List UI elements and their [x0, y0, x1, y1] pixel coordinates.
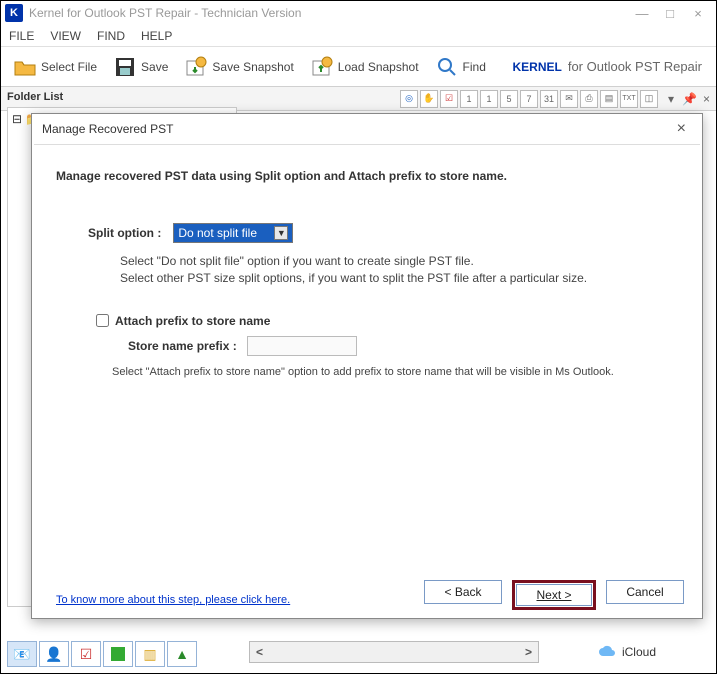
scroll-right-icon[interactable]: > [525, 645, 532, 659]
close-button[interactable]: × [684, 3, 712, 23]
load-snapshot-label: Load Snapshot [338, 60, 419, 74]
view-notes-icon[interactable] [103, 641, 133, 667]
hand-icon[interactable]: ✋ [420, 90, 438, 108]
manage-recovered-pst-dialog: Manage Recovered PST × Manage recovered … [31, 113, 703, 619]
find-button[interactable]: Find [429, 51, 492, 83]
pin-icon[interactable]: 📌 [682, 92, 697, 106]
globe-icon[interactable]: ◎ [400, 90, 418, 108]
minimize-button[interactable]: — [628, 3, 656, 23]
view-mail-icon[interactable]: 📧 [7, 641, 37, 667]
cal1b-icon[interactable]: 1 [480, 90, 498, 108]
tree-expand-icon[interactable]: ⊟ [12, 112, 22, 126]
mail-icon[interactable]: ✉ [560, 90, 578, 108]
menu-view[interactable]: VIEW [50, 29, 81, 43]
save-button[interactable]: Save [107, 51, 174, 83]
brand-suffix: for Outlook PST Repair [568, 59, 702, 74]
doc-icon[interactable]: ▤ [600, 90, 618, 108]
dialog-close-button[interactable]: × [671, 120, 692, 138]
search-icon [435, 55, 459, 79]
dialog-title: Manage Recovered PST [42, 122, 173, 136]
load-snapshot-button[interactable]: Load Snapshot [304, 51, 425, 83]
select-file-label: Select File [41, 60, 97, 74]
view-journal-icon[interactable]: ▥ [135, 641, 165, 667]
next-button-highlight: Next > [512, 580, 596, 610]
cal7-icon[interactable]: 7 [520, 90, 538, 108]
preview-scrollbar[interactable]: < > [249, 641, 539, 663]
view-contact-icon[interactable]: 👤 [39, 641, 69, 667]
icloud-item[interactable]: iCloud [598, 645, 656, 659]
scroll-left-icon[interactable]: < [256, 645, 263, 659]
attach-prefix-label: Attach prefix to store name [115, 314, 270, 328]
back-button[interactable]: < Back [424, 580, 502, 604]
back-label: < Back [444, 585, 481, 599]
next-label: Next > [536, 588, 571, 602]
save-snapshot-icon [184, 55, 208, 79]
window-title: Kernel for Outlook PST Repair - Technici… [29, 6, 301, 20]
save-snapshot-label: Save Snapshot [212, 60, 293, 74]
maximize-button[interactable]: □ [656, 3, 684, 23]
save-snapshot-button[interactable]: Save Snapshot [178, 51, 299, 83]
window-title-bar: K Kernel for Outlook PST Repair - Techni… [1, 1, 716, 25]
brand-logo: KERNEL for Outlook PST Repair [513, 59, 711, 74]
dialog-heading: Manage recovered PST data using Split op… [56, 169, 678, 183]
menu-help[interactable]: HELP [141, 29, 172, 43]
txt-icon[interactable]: TXT [620, 90, 638, 108]
know-more-link[interactable]: To know more about this step, please cli… [56, 594, 290, 606]
cal1-icon[interactable]: 1 [460, 90, 478, 108]
cal31-icon[interactable]: 31 [540, 90, 558, 108]
split-option-value: Do not split file [178, 226, 257, 240]
print-icon[interactable]: ⎙ [580, 90, 598, 108]
icloud-label: iCloud [622, 645, 656, 659]
cancel-label: Cancel [626, 585, 663, 599]
folder-list-label: Folder List [7, 91, 63, 103]
attach-prefix-checkbox[interactable] [96, 314, 109, 327]
find-label: Find [463, 60, 486, 74]
menu-bar: FILE VIEW FIND HELP [1, 25, 716, 47]
view-task-icon[interactable]: ☑ [71, 641, 101, 667]
split-hint-2: Select other PST size split options, if … [120, 270, 678, 287]
main-toolbar: Select File Save Save Snapshot Load Snap… [1, 47, 716, 87]
bottom-view-strip: 📧 👤 ☑ ▥ ▲ [7, 641, 197, 667]
select-file-button[interactable]: Select File [7, 51, 103, 83]
cancel-button[interactable]: Cancel [606, 580, 684, 604]
cloud-icon [598, 645, 616, 659]
brand-name: KERNEL [513, 60, 562, 74]
view-up-icon[interactable]: ▲ [167, 641, 197, 667]
attach-hint: Select "Attach prefix to store name" opt… [112, 366, 678, 378]
chevron-down-icon: ▼ [274, 226, 288, 240]
check-icon[interactable]: ☑ [440, 90, 458, 108]
load-snapshot-icon [310, 55, 334, 79]
menu-file[interactable]: FILE [9, 29, 34, 43]
cal5-icon[interactable]: 5 [500, 90, 518, 108]
toolbar-dropdown-icon[interactable]: ▾ [668, 92, 674, 106]
panel-close-icon[interactable]: × [703, 92, 710, 106]
next-button[interactable]: Next > [516, 584, 592, 606]
save-icon [113, 55, 137, 79]
store-prefix-label: Store name prefix : [128, 339, 237, 353]
menu-find[interactable]: FIND [97, 29, 125, 43]
folder-open-icon [13, 55, 37, 79]
save-label: Save [141, 60, 168, 74]
store-prefix-input[interactable] [247, 336, 357, 356]
split-option-select[interactable]: Do not split file ▼ [173, 223, 293, 243]
app-logo-icon: K [5, 4, 23, 22]
split-hint-1: Select "Do not split file" option if you… [120, 253, 678, 270]
page-icon[interactable]: ◫ [640, 90, 658, 108]
split-option-label: Split option : [88, 226, 161, 240]
